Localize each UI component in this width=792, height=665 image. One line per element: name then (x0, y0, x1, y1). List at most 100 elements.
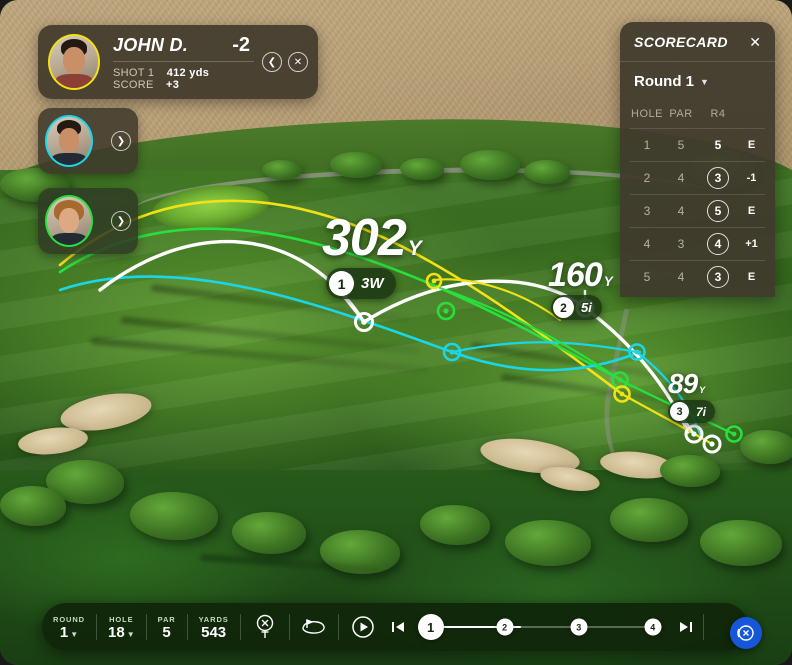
round-label: Round 1 (634, 73, 694, 90)
shot-number-2: 2 (553, 297, 574, 318)
cell-r4: 3 (698, 167, 738, 189)
shot-distance-3: 89 Y (668, 368, 705, 399)
tree (130, 492, 218, 540)
cell-total: E (747, 139, 756, 151)
score-value: +3 (165, 78, 180, 91)
skip-next-icon[interactable] (675, 620, 697, 634)
hole-stats: ROUND 1 ▼ HOLE 18 ▼ PAR 5 YARDS 543 (42, 614, 240, 640)
avatar (45, 195, 93, 247)
cell-r4: 5 (714, 138, 722, 152)
cell-total: +1 (745, 238, 758, 250)
cell-par: 3 (677, 237, 685, 251)
table-row[interactable]: 3 4 5 E (630, 194, 765, 227)
cell-hole: 5 (643, 270, 651, 284)
scrubber-node-3[interactable]: 3 (570, 618, 588, 636)
stat-label: PAR (157, 614, 176, 624)
scorecard-title: SCORECARD (634, 34, 728, 50)
tree (232, 512, 306, 554)
tree (400, 158, 444, 180)
tree (262, 160, 302, 180)
divider (113, 60, 254, 62)
cell-r4: 5 (698, 200, 738, 222)
shot-label-1[interactable]: 302Y 1 3W (322, 212, 422, 299)
scrubber-node-4[interactable]: 4 (644, 618, 662, 636)
player-card-2[interactable]: ❯ (38, 108, 138, 174)
scorecard-panel: SCORECARD ✕ Round 1 ▼ HOLE PAR R4 1 5 5 E 2 4… (620, 22, 775, 297)
round-selector[interactable]: Round 1 ▼ (620, 62, 775, 100)
shot-scrubber[interactable]: 1 2 3 4 (417, 603, 671, 651)
play-button-icon[interactable] (346, 610, 380, 644)
player-card-3[interactable]: ❯ (38, 188, 138, 254)
stat-value: 18 ▼ (108, 623, 135, 641)
table-header-row: HOLE PAR R4 (630, 100, 765, 128)
player-shot-stats: SHOT 1 412 yds SCORE +3 (113, 67, 254, 91)
scorecard-rows: 1 5 5 E 2 4 3 -1 3 4 5 E 4 3 4 +1 5 4 3 E (630, 128, 765, 293)
cell-total: -1 (746, 172, 757, 184)
score-circle: 4 (707, 233, 729, 255)
avatar (48, 34, 100, 90)
col-r4: R4 (710, 108, 726, 120)
tree (660, 455, 720, 487)
cell-hole: 2 (643, 171, 651, 185)
golf-tee-icon[interactable] (248, 610, 282, 644)
stat-par: PAR 5 (147, 615, 187, 640)
cell-hole: 1 (643, 138, 651, 152)
cell-r4: 3 (698, 266, 738, 288)
divider (288, 614, 290, 640)
scrubber-node-2[interactable]: 2 (496, 618, 514, 636)
close-icon[interactable]: ✕ (288, 52, 308, 72)
chevron-right-icon[interactable]: ❯ (111, 131, 131, 151)
shot-distance-2: 160 Y (548, 256, 613, 294)
shot-chip-2[interactable]: 2 5i (551, 295, 602, 320)
tree (505, 520, 591, 566)
tree (420, 505, 490, 545)
stat-hole[interactable]: HOLE 18 ▼ (97, 615, 146, 640)
stat-label: HOLE (109, 614, 134, 624)
scorecard-table: HOLE PAR R4 1 5 5 E 2 4 3 -1 3 4 5 E 4 3 4 +1 5 4 3 E (620, 100, 775, 297)
stat-value: 5 (162, 623, 171, 641)
active-player-card[interactable]: JOHN D. -2 SHOT 1 412 yds SCORE +3 ❮ ✕ (38, 25, 318, 99)
col-par: PAR (669, 108, 693, 120)
stat-value: 543 (201, 623, 227, 641)
stat-label: YARDS (198, 614, 229, 624)
shot-chip-1[interactable]: 1 3W (326, 268, 396, 299)
table-row[interactable]: 1 5 5 E (630, 128, 765, 161)
cell-hole: 4 (643, 237, 651, 251)
cell-par: 4 (677, 270, 685, 284)
chevron-down-icon: ▼ (700, 76, 709, 87)
cell-total: E (747, 205, 756, 217)
cell-r4: 4 (698, 233, 738, 255)
stat-round[interactable]: ROUND 1 ▼ (42, 615, 96, 640)
avatar (45, 115, 93, 167)
score-circle: 3 (707, 266, 729, 288)
tree (524, 160, 570, 184)
chevron-right-icon[interactable]: ❯ (111, 211, 131, 231)
shot-label-2[interactable]: 160 Y 2 5i (548, 256, 613, 320)
divider (337, 614, 339, 640)
stat-yards: YARDS 543 (188, 615, 240, 640)
tree (0, 486, 66, 526)
table-row[interactable]: 2 4 3 -1 (630, 161, 765, 194)
course-layout-icon[interactable] (297, 610, 331, 644)
score-circle: 3 (707, 167, 729, 189)
shot-club-1: 3W (361, 275, 384, 292)
skip-previous-icon[interactable] (387, 620, 409, 634)
tree (460, 150, 520, 180)
scrubber-node-1[interactable]: 1 (417, 614, 444, 640)
cell-par: 4 (677, 171, 685, 185)
shot-distance: 412 yds (166, 66, 210, 79)
golf-shot-tracer-view: 302Y 1 3W 160 Y 2 5i 89 Y 3 7i JOHN D. -… (0, 0, 792, 665)
cell-total: E (747, 271, 756, 283)
score-label: SCORE (113, 78, 154, 91)
shot-label-3[interactable]: 89 Y 3 7i (668, 368, 716, 423)
locate-ball-icon[interactable] (730, 617, 762, 649)
close-icon[interactable]: ✕ (749, 35, 761, 49)
table-row[interactable]: 5 4 3 E (630, 260, 765, 293)
table-row[interactable]: 4 3 4 +1 (630, 227, 765, 260)
cell-par: 5 (677, 138, 685, 152)
shot-number-1: 1 (329, 271, 354, 296)
cell-hole: 3 (643, 204, 651, 218)
shot-chip-3[interactable]: 3 7i (668, 400, 716, 423)
chevron-left-icon[interactable]: ❮ (262, 52, 282, 72)
chevron-down-icon: ▼ (70, 629, 79, 639)
